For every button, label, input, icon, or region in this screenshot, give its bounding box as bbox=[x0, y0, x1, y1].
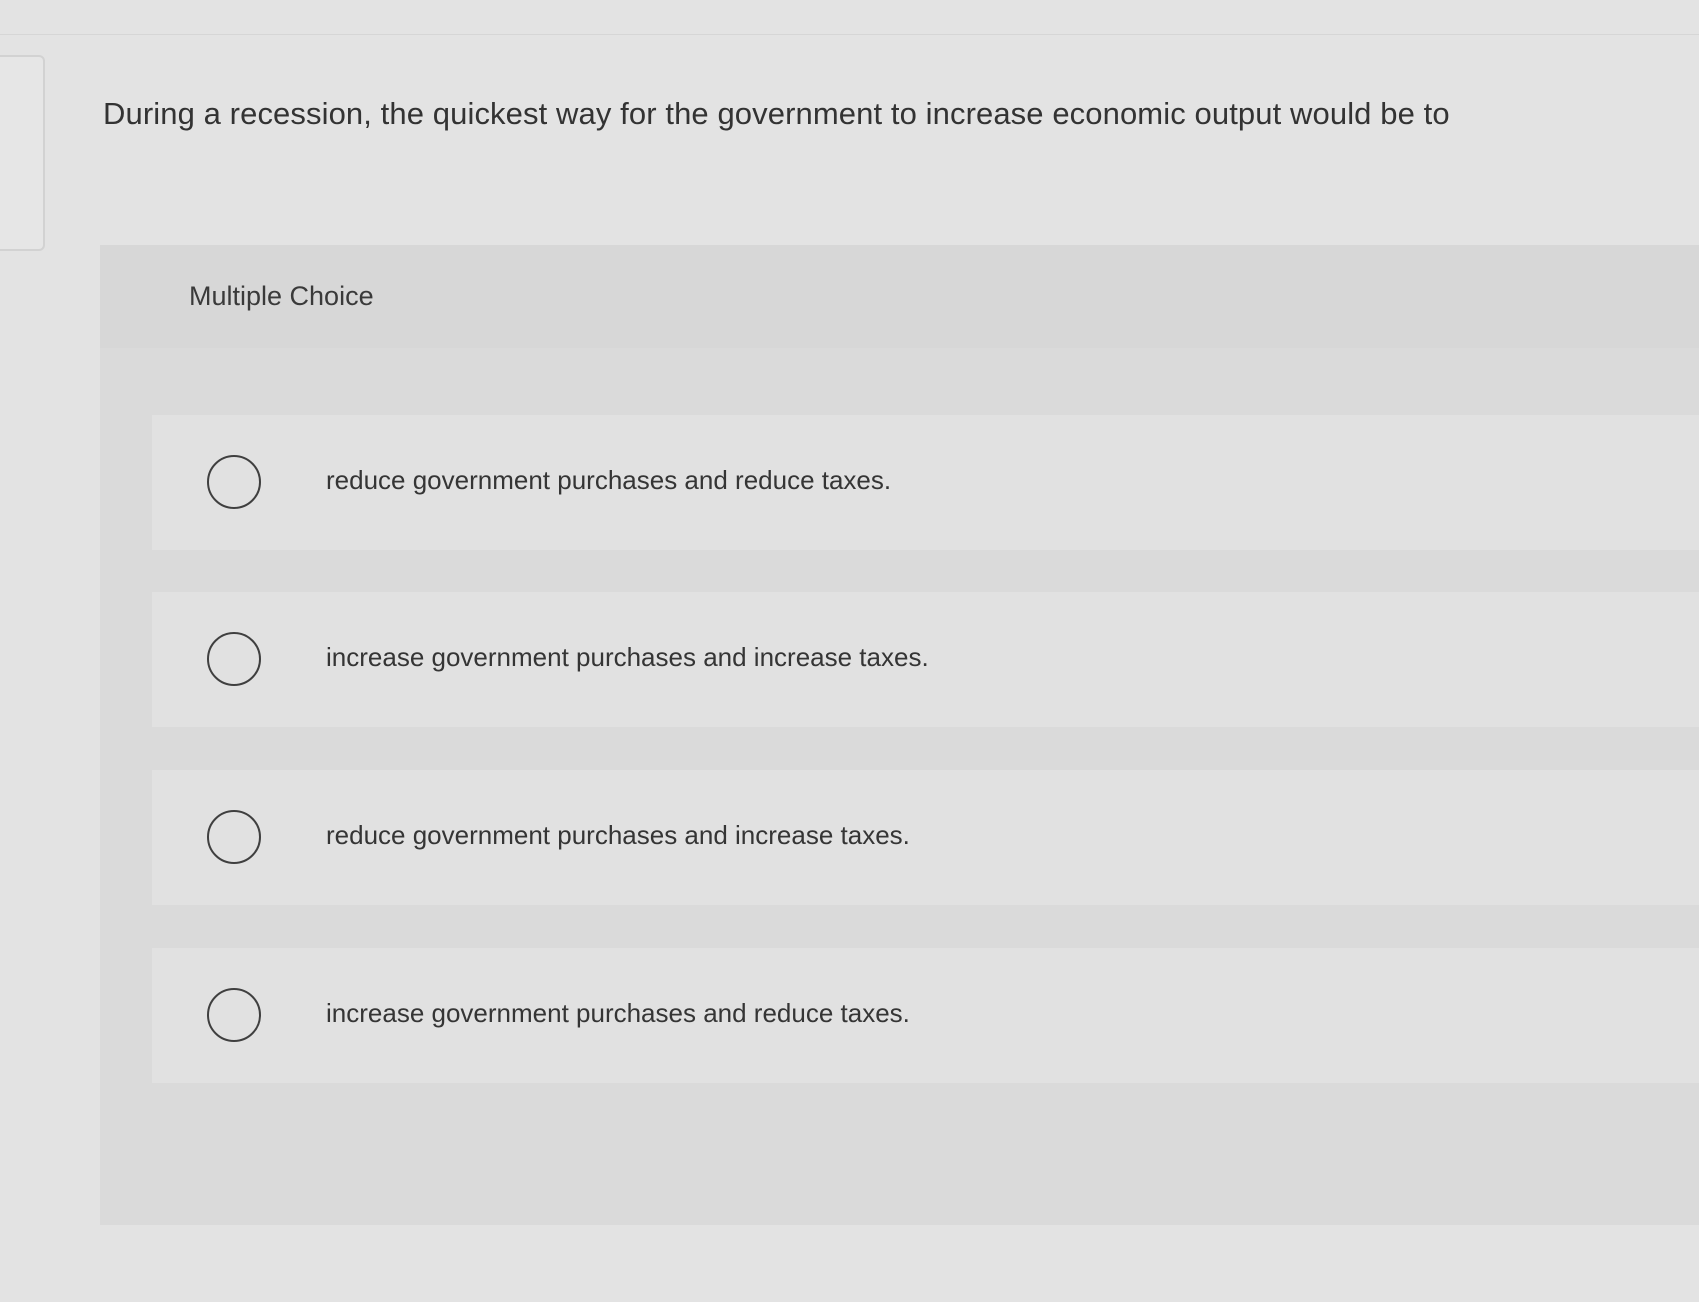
answer-option-label: increase government purchases and reduce… bbox=[326, 998, 910, 1028]
answer-option-label: reduce government purchases and reduce t… bbox=[326, 465, 892, 495]
multiple-choice-panel: Multiple Choice reduce government purcha… bbox=[100, 245, 1699, 1225]
top-divider bbox=[0, 34, 1699, 35]
radio-unchecked-icon[interactable] bbox=[207, 810, 261, 864]
answer-option-label: increase government purchases and increa… bbox=[326, 642, 929, 672]
answer-option-d[interactable]: increase government purchases and reduce… bbox=[152, 948, 1699, 1083]
radio-unchecked-icon[interactable] bbox=[207, 632, 261, 686]
answer-option-c[interactable]: reduce government purchases and increase… bbox=[152, 770, 1699, 905]
answer-option-b[interactable]: increase government purchases and increa… bbox=[152, 592, 1699, 727]
radio-unchecked-icon[interactable] bbox=[207, 455, 261, 509]
question-prompt: During a recession, the quickest way for… bbox=[103, 96, 1450, 131]
multiple-choice-label: Multiple Choice bbox=[189, 281, 374, 311]
answer-option-a[interactable]: reduce government purchases and reduce t… bbox=[152, 415, 1699, 550]
side-panel-tab[interactable] bbox=[0, 55, 45, 251]
multiple-choice-header: Multiple Choice bbox=[100, 245, 1699, 348]
radio-unchecked-icon[interactable] bbox=[207, 988, 261, 1042]
answer-option-label: reduce government purchases and increase… bbox=[326, 820, 910, 850]
